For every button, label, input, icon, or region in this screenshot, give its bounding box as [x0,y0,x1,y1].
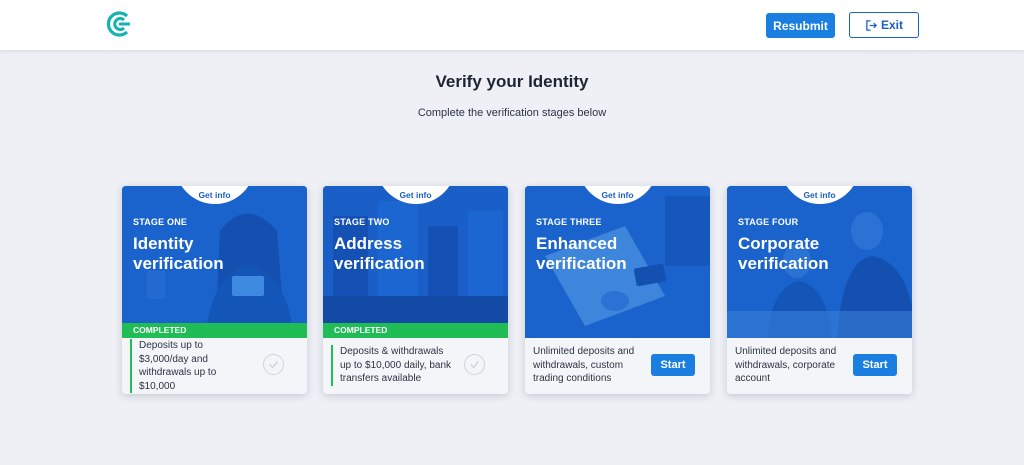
stage-label: STAGE TWO [334,217,390,227]
check-circle-icon [263,354,284,375]
stage-label: STAGE ONE [133,217,188,227]
start-button[interactable]: Start [853,354,897,376]
stage-card-corporate: Get info STAGE FOUR Corporate verificati… [727,186,912,394]
page-subtitle: Complete the verification stages below [417,107,607,119]
exit-label: Exit [880,18,903,32]
check-circle-icon [464,354,485,375]
card-hero-image: Get info STAGE TWO Address verification [323,186,508,323]
stage-heading: Enhanced verification [536,234,701,274]
stage-description: Unlimited deposits and withdrawals, cust… [533,346,635,384]
card-hero-image: Get info STAGE FOUR Corporate verificati… [727,186,912,338]
stage-card-enhanced: Get info STAGE THREE Enhanced verificati… [525,186,710,394]
stage-heading-line2: verification [334,254,425,273]
sign-out-icon [866,19,878,31]
exit-button[interactable]: Exit [849,12,919,38]
completed-status-bar: COMPLETED [323,323,508,338]
stage-heading: Corporate verification [738,234,903,274]
stage-heading-line1: Enhanced [536,234,618,253]
resubmit-button[interactable]: Resubmit [766,13,835,38]
get-info-link[interactable]: Get info [525,190,710,200]
stage-heading-line2: verification [536,254,627,273]
cex-logo-icon[interactable] [107,11,133,37]
stage-heading-line2: verification [738,254,829,273]
card-hero-image: Get info STAGE THREE Enhanced verificati… [525,186,710,338]
get-info-link[interactable]: Get info [727,190,912,200]
stage-description: Deposits & withdrawals up to $10,000 dai… [331,345,455,386]
card-hero-image: Get info STAGE ONE Identity verification [122,186,307,323]
stage-label: STAGE FOUR [738,217,799,227]
page-title: Verify your Identity [435,72,589,91]
stage-heading: Address verification [334,234,499,274]
stage-card-address: Get info STAGE TWO Address verification … [323,186,508,394]
get-info-link[interactable]: Get info [122,190,307,200]
stage-heading: Identity verification [133,234,298,274]
stage-description: Unlimited deposits and withdrawals, corp… [735,346,837,384]
stage-description: Deposits up to $3,000/day and withdrawal… [130,339,248,393]
stage-label: STAGE THREE [536,217,602,227]
stage-card-identity: Get info STAGE ONE Identity verification… [122,186,307,394]
stage-heading-line1: Address [334,234,403,253]
stage-heading-line2: verification [133,254,224,273]
start-button[interactable]: Start [651,354,695,376]
stage-heading-line1: Identity [133,234,194,253]
stage-heading-line1: Corporate [738,234,820,253]
completed-status-bar: COMPLETED [122,323,307,338]
get-info-link[interactable]: Get info [323,190,508,200]
top-bar: Resubmit Exit [0,0,1024,50]
